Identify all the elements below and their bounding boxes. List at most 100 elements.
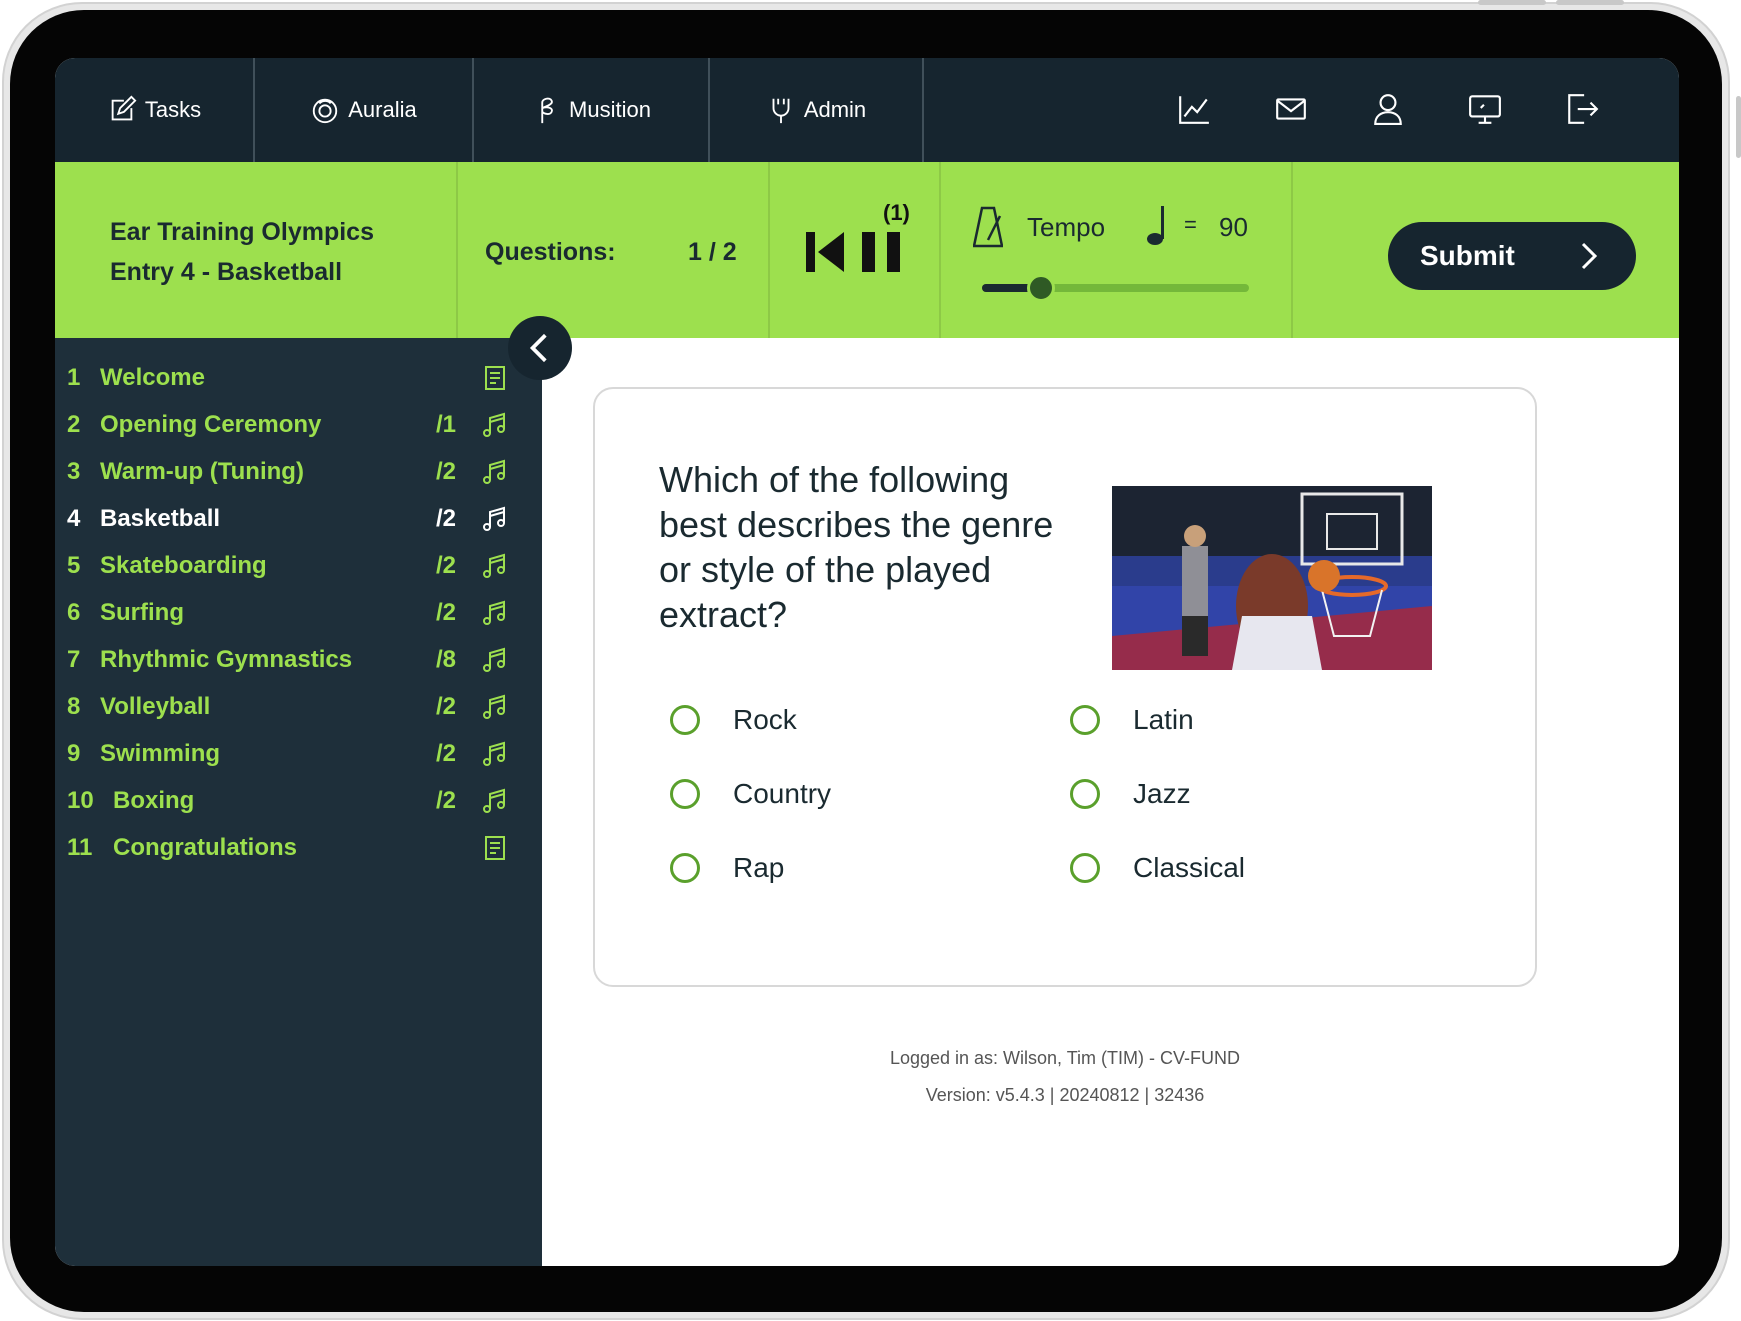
radio-button[interactable] <box>670 853 700 883</box>
chevron-left-icon <box>529 333 547 363</box>
nav-tab-label: Tasks <box>144 97 202 122</box>
user-icon <box>1374 94 1402 125</box>
sidebar-item-number: 4 <box>67 505 81 532</box>
radio-button[interactable] <box>670 705 700 735</box>
sidebar-item-basketball[interactable]: 4 Basketball /2 <box>55 496 542 542</box>
answer-label: Jazz <box>1133 778 1191 809</box>
answer-option-rap[interactable]: Rap <box>670 852 784 884</box>
answer-label: Country <box>733 778 832 809</box>
nav-tab-admin[interactable]: Admin <box>710 58 924 162</box>
sidebar-item-rhythmic-gymnastics[interactable]: 7 Rhythmic Gymnastics /8 <box>55 637 542 683</box>
logout-button[interactable] <box>1561 88 1603 130</box>
questions-counter: 1 / 2 <box>688 238 737 266</box>
radio-button[interactable] <box>1070 779 1100 809</box>
sidebar-item-label: Basketball <box>100 505 221 532</box>
mail-icon <box>1276 98 1306 120</box>
tempo-equals: = <box>1184 212 1197 237</box>
sidebar-item-label: Congratulations <box>113 834 297 861</box>
sidebar-item-warm-up[interactable]: 3 Warm-up (Tuning) /2 <box>55 449 542 495</box>
sidebar-item-number: 6 <box>67 599 81 626</box>
musition-icon <box>541 97 553 124</box>
admin-icon <box>772 98 790 124</box>
sidebar-item-count: /2 <box>436 458 457 485</box>
sidebar-item-number: 10 <box>67 787 94 814</box>
sidebar-item-number: 5 <box>67 552 81 579</box>
sidebar-item-count: /1 <box>436 411 457 438</box>
sidebar-item-count: /2 <box>436 787 457 814</box>
task-sidebar: 1 Welcome 2 Opening Ceremony /1 3 Warm-u… <box>55 338 542 1266</box>
sidebar-item-welcome[interactable]: 1 Welcome <box>55 355 542 401</box>
monitor-icon <box>1469 95 1501 124</box>
nav-tab-musition[interactable]: Musition <box>474 58 710 162</box>
restart-icon[interactable] <box>806 232 846 272</box>
profile-button[interactable] <box>1367 88 1409 130</box>
tempo-value: 90 <box>1219 212 1248 242</box>
replay-count: (1) <box>883 200 910 225</box>
answer-option-rock[interactable]: Rock <box>670 704 797 736</box>
sidebar-item-congratulations[interactable]: 11 Congratulations <box>55 825 542 871</box>
tablet-button <box>1478 0 1546 5</box>
edit-icon <box>111 95 137 121</box>
chevron-right-icon <box>1581 242 1598 270</box>
answer-option-latin[interactable]: Latin <box>1070 704 1194 736</box>
back-button[interactable] <box>508 316 572 380</box>
nav-tab-auralia[interactable]: Auralia <box>255 58 474 162</box>
progress-chart-button[interactable] <box>1173 88 1215 130</box>
sidebar-item-count: /2 <box>436 740 457 767</box>
answer-label: Classical <box>1133 852 1246 883</box>
logout-icon <box>1568 94 1599 124</box>
answer-option-country[interactable]: Country <box>670 778 831 810</box>
sidebar-item-skateboarding[interactable]: 5 Skateboarding /2 <box>55 543 542 589</box>
submit-button[interactable]: Submit <box>1388 222 1636 290</box>
nav-tab-label: Auralia <box>348 97 417 122</box>
sidebar-item-boxing[interactable]: 10 Boxing /2 <box>55 778 542 824</box>
logged-in-text: Logged in as: Wilson, Tim (TIM) - CV-FUN… <box>889 1048 1241 1068</box>
sidebar-item-swimming[interactable]: 9 Swimming /2 <box>55 731 542 777</box>
questions-label: Questions: <box>485 238 616 266</box>
sidebar-item-count: /8 <box>436 646 457 673</box>
nav-tab-label: Admin <box>803 97 867 122</box>
task-header: Ear Training Olympics Entry 4 - Basketba… <box>55 162 1679 338</box>
music-note-icon <box>483 694 505 719</box>
tempo-slider-thumb[interactable] <box>1026 274 1055 302</box>
sidebar-item-volleyball[interactable]: 8 Volleyball /2 <box>55 684 542 730</box>
answer-label: Rap <box>733 852 785 883</box>
answer-option-classical[interactable]: Classical <box>1070 852 1245 884</box>
sidebar-item-surfing[interactable]: 6 Surfing /2 <box>55 590 542 636</box>
display-button[interactable] <box>1464 88 1506 130</box>
sidebar-item-number: 9 <box>67 740 81 767</box>
sidebar-item-opening-ceremony[interactable]: 2 Opening Ceremony /1 <box>55 402 542 448</box>
sidebar-item-label: Warm-up (Tuning) <box>100 458 304 485</box>
header-divider <box>768 162 770 338</box>
music-note-icon <box>483 553 505 578</box>
music-note-icon <box>483 788 505 813</box>
tablet-button <box>1736 96 1741 158</box>
document-icon <box>485 836 505 860</box>
music-note-icon <box>483 647 505 672</box>
radio-button[interactable] <box>1070 705 1100 735</box>
task-subtitle: Entry 4 - Basketball <box>110 258 343 286</box>
sidebar-item-number: 8 <box>67 693 81 720</box>
sidebar-item-label: Volleyball <box>100 693 211 720</box>
radio-button[interactable] <box>1070 853 1100 883</box>
answer-option-jazz[interactable]: Jazz <box>1070 778 1191 810</box>
sidebar-item-number: 7 <box>67 646 81 673</box>
nav-tab-tasks[interactable]: Tasks <box>55 58 255 162</box>
sidebar-item-label: Surfing <box>100 599 184 626</box>
sidebar-item-number: 2 <box>67 411 81 438</box>
basketball-image <box>1112 486 1432 670</box>
task-title: Ear Training Olympics <box>110 218 374 246</box>
pause-icon[interactable] <box>862 232 900 272</box>
answer-label: Rock <box>733 704 797 735</box>
answer-label: Latin <box>1133 704 1194 735</box>
radio-button[interactable] <box>670 779 700 809</box>
sidebar-item-count: /2 <box>436 552 457 579</box>
header-divider <box>1291 162 1293 338</box>
tablet-button <box>1556 0 1624 5</box>
sidebar-item-count: /2 <box>436 693 457 720</box>
question-text: Which of the following best describes th… <box>659 459 1054 635</box>
submit-label: Submit <box>1420 240 1515 271</box>
sidebar-item-label: Rhythmic Gymnastics <box>100 646 353 673</box>
messages-button[interactable] <box>1270 88 1312 130</box>
music-note-icon <box>483 506 505 531</box>
